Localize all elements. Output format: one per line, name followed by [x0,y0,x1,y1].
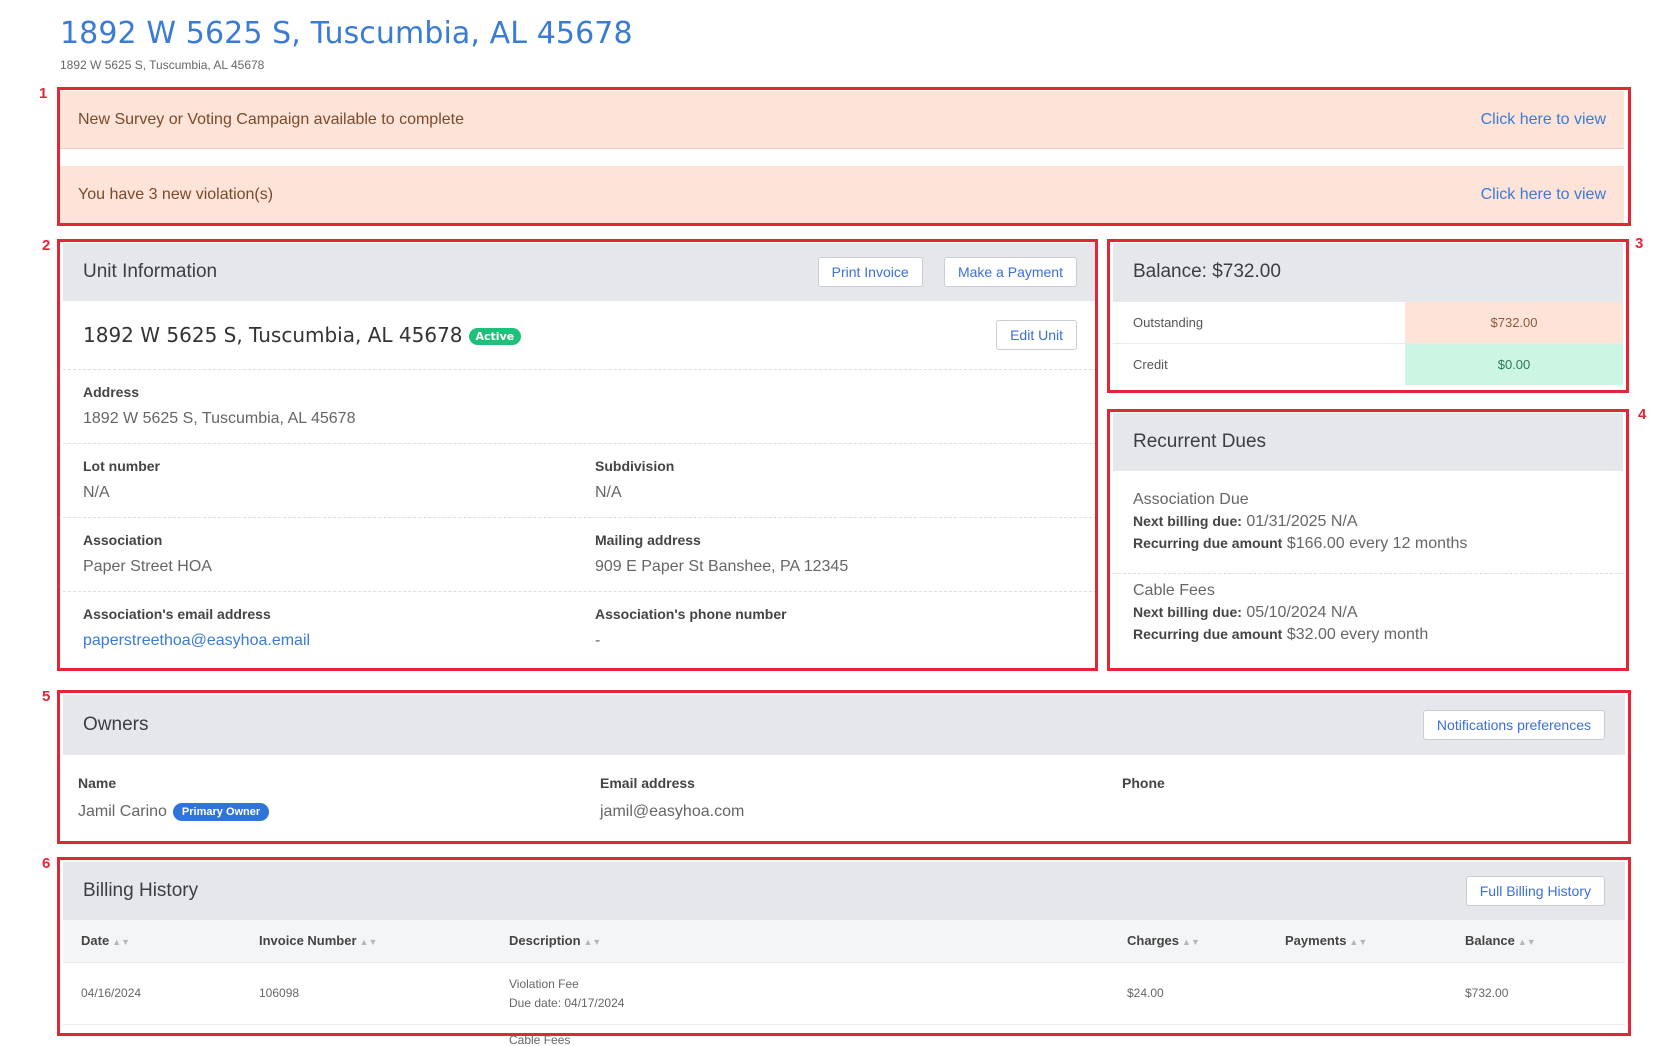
callout-number-4: 4 [1638,406,1647,423]
callout-number-1: 1 [39,85,48,102]
page-title: 1892 W 5625 S, Tuscumbia, AL 45678 [60,16,633,51]
callout-box-3 [1107,239,1629,393]
callout-box-5 [57,690,1631,844]
callout-box-4 [1107,409,1629,671]
callout-number-6: 6 [42,855,51,872]
callout-box-2 [57,239,1098,671]
callout-number-5: 5 [42,688,51,705]
callout-number-2: 2 [42,237,51,254]
callout-box-1 [57,87,1631,226]
callout-number-3: 3 [1635,235,1644,252]
callout-box-6 [57,857,1631,1036]
page-subtitle: 1892 W 5625 S, Tuscumbia, AL 45678 [60,58,265,72]
